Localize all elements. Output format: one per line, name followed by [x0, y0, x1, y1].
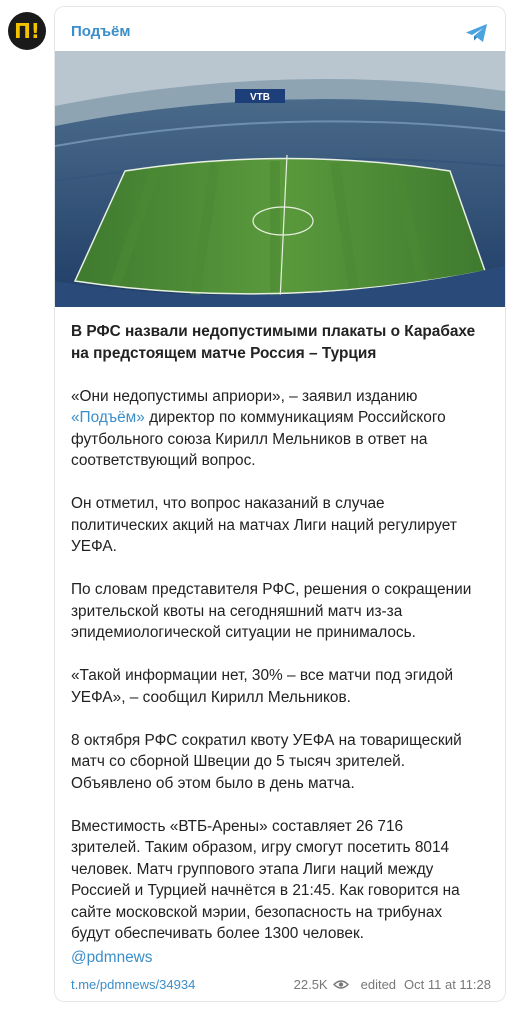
paragraph-1: «Они недопустимы априори», – заявил изда…	[71, 386, 496, 472]
text-line: сайте московской мэрии, безопасность на …	[71, 903, 443, 921]
text-line: Он отметил, что вопрос наказаний в случа…	[71, 495, 385, 512]
post-text: В РФС назвали недопустимыми плакаты о Ка…	[71, 321, 496, 966]
eye-icon	[332, 980, 349, 989]
text-line: человек. Матч группового этапа Лиги наци…	[71, 860, 434, 878]
text-line: УЕФА.	[71, 538, 117, 555]
text-line: Вместимость «ВТБ-Арены» составляет 26 71…	[71, 817, 404, 835]
paragraph-2: Он отметил, что вопрос наказаний в случа…	[71, 493, 496, 558]
stadium-image: VTB	[55, 51, 505, 307]
text-line: По словам представителя РФС, решения о с…	[71, 581, 472, 598]
text-line: футбольного союза Кирилл Мельников в отв…	[71, 430, 428, 448]
post-headline: В РФС назвали недопустимыми плакаты о Ка…	[71, 321, 496, 364]
text-line: будут обеспечивать более 1300 человек.	[71, 925, 364, 942]
text-line: зрителей. Таким образом, игру смогут пос…	[71, 839, 450, 856]
edited-label: edited	[360, 977, 397, 992]
text-line: соответствующий вопрос.	[71, 452, 256, 469]
text-line: Объявлено об этом было в день матча.	[71, 774, 355, 792]
channel-name[interactable]: Подъём	[71, 23, 130, 40]
text-line: 8 октября РФС сократил квоту УЕФА на тов…	[71, 731, 462, 749]
paragraph-4: «Такой информации нет, 30% – все матчи п…	[71, 665, 496, 708]
text-line: политических акций на матчах Лиги наций …	[71, 516, 457, 534]
text-line: «Они недопустимы априори», – заявил изда…	[71, 387, 418, 405]
text-line: эпидемиологической ситуации не принимало…	[71, 624, 416, 641]
paragraph-5: 8 октября РФС сократил квоту УЕФА на тов…	[71, 730, 496, 795]
podyom-link[interactable]: «Подъём»	[71, 409, 145, 426]
text-line: «Такой информации нет, 30% – все матчи п…	[71, 667, 454, 684]
text-line: директор по коммуникациям Российского	[144, 409, 446, 426]
text-line: матч со сборной Швеции до 5 тысяч зрител…	[71, 753, 406, 770]
text-line: зрительской квоты на сегодняшний матч из…	[71, 602, 403, 620]
post-card: Подъём VTB В РФС назвали недопустимыми п…	[54, 6, 506, 1002]
post-image[interactable]: VTB	[55, 51, 505, 307]
paragraph-3: По словам представителя РФС, решения о с…	[71, 579, 496, 644]
headline-line: на предстоящем матче Россия – Турция	[71, 344, 377, 362]
post-timestamp[interactable]: Oct 11 at 11:28	[404, 977, 491, 992]
telegram-icon[interactable]	[463, 19, 491, 47]
post-footer: t.me/pdmnews/34934 22.5K edited Oct 11 a…	[71, 977, 491, 992]
avatar-label: П!	[14, 19, 40, 43]
view-count: 22.5K	[293, 977, 328, 992]
text-line: УЕФА», – сообщил Кирилл Мельников.	[71, 688, 351, 706]
headline-line: В РФС назвали недопустимыми плакаты о Ка…	[71, 323, 476, 340]
paragraph-6: Вместимость «ВТБ-Арены» составляет 26 71…	[71, 816, 496, 945]
channel-handle-link[interactable]: @pdmnews	[71, 949, 153, 967]
post-permalink[interactable]: t.me/pdmnews/34934	[71, 977, 195, 992]
vtb-logo-text: VTB	[250, 92, 270, 103]
channel-avatar[interactable]: П!	[8, 12, 46, 50]
text-line: Россией и Турцией начнётся в 21:45. Как …	[71, 882, 460, 899]
